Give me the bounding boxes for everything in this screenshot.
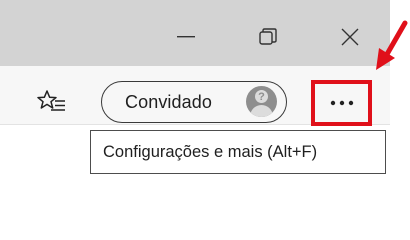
favorites-list-icon: [37, 90, 65, 111]
close-icon: [341, 28, 359, 46]
settings-and-more-button[interactable]: [311, 80, 372, 126]
restore-button[interactable]: [248, 22, 288, 52]
minimize-icon: [177, 36, 195, 38]
restore-icon: [259, 28, 277, 45]
guest-avatar-icon: ?: [246, 86, 277, 117]
close-button[interactable]: [330, 22, 370, 52]
avatar-question-mark: ?: [258, 90, 265, 103]
red-arrow-annotation: [376, 20, 408, 70]
title-bar: [0, 0, 390, 66]
more-horizontal-icon: [330, 100, 353, 106]
tooltip: Configurações e mais (Alt+F): [90, 130, 386, 174]
avatar-body: [250, 105, 273, 117]
minimize-button[interactable]: [166, 22, 206, 52]
favorites-button[interactable]: [36, 86, 68, 118]
profile-label: Convidado: [125, 92, 212, 112]
profile-button[interactable]: Convidado ?: [101, 81, 287, 123]
tooltip-text: Configurações e mais (Alt+F): [103, 143, 318, 161]
